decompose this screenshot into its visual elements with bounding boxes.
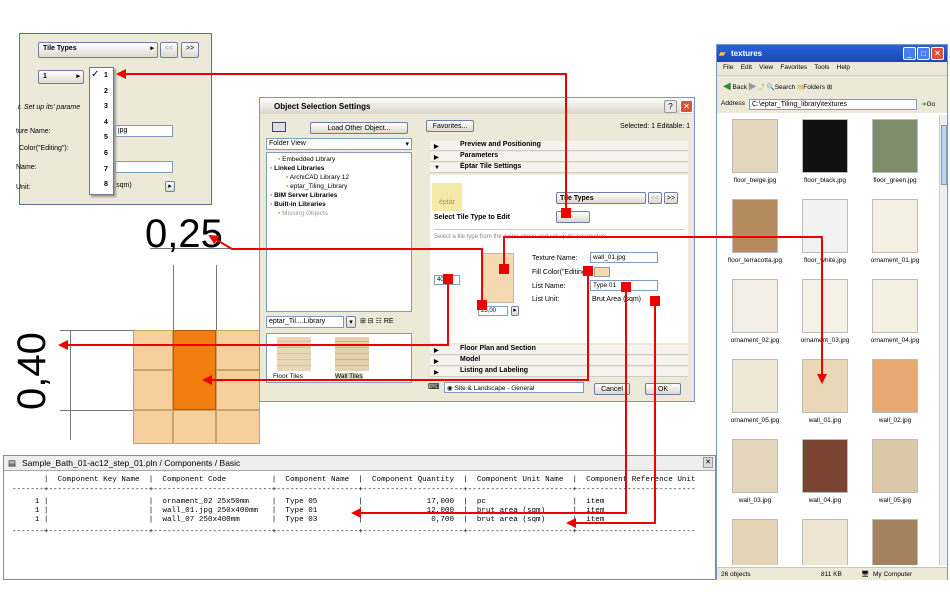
arrow-height-to-label: [58, 277, 449, 350]
arrow-listname-to-row: [351, 288, 627, 518]
arrow-color-to-tile: [202, 270, 589, 385]
marker-width: [477, 300, 487, 310]
arrow-listunit-to-row: [566, 300, 656, 528]
marker-texture: [499, 264, 509, 274]
arrow-texture-to-explorer: [503, 236, 827, 384]
marker-index: [561, 208, 571, 218]
marker-color: [583, 266, 593, 276]
marker-height: [443, 274, 453, 284]
marker-listunit: [650, 296, 660, 306]
annotation-arrows: [58, 69, 827, 528]
arrow-index-to-menu: [116, 69, 567, 214]
marker-listname: [621, 282, 631, 292]
arrow-width-to-label: [208, 234, 483, 309]
